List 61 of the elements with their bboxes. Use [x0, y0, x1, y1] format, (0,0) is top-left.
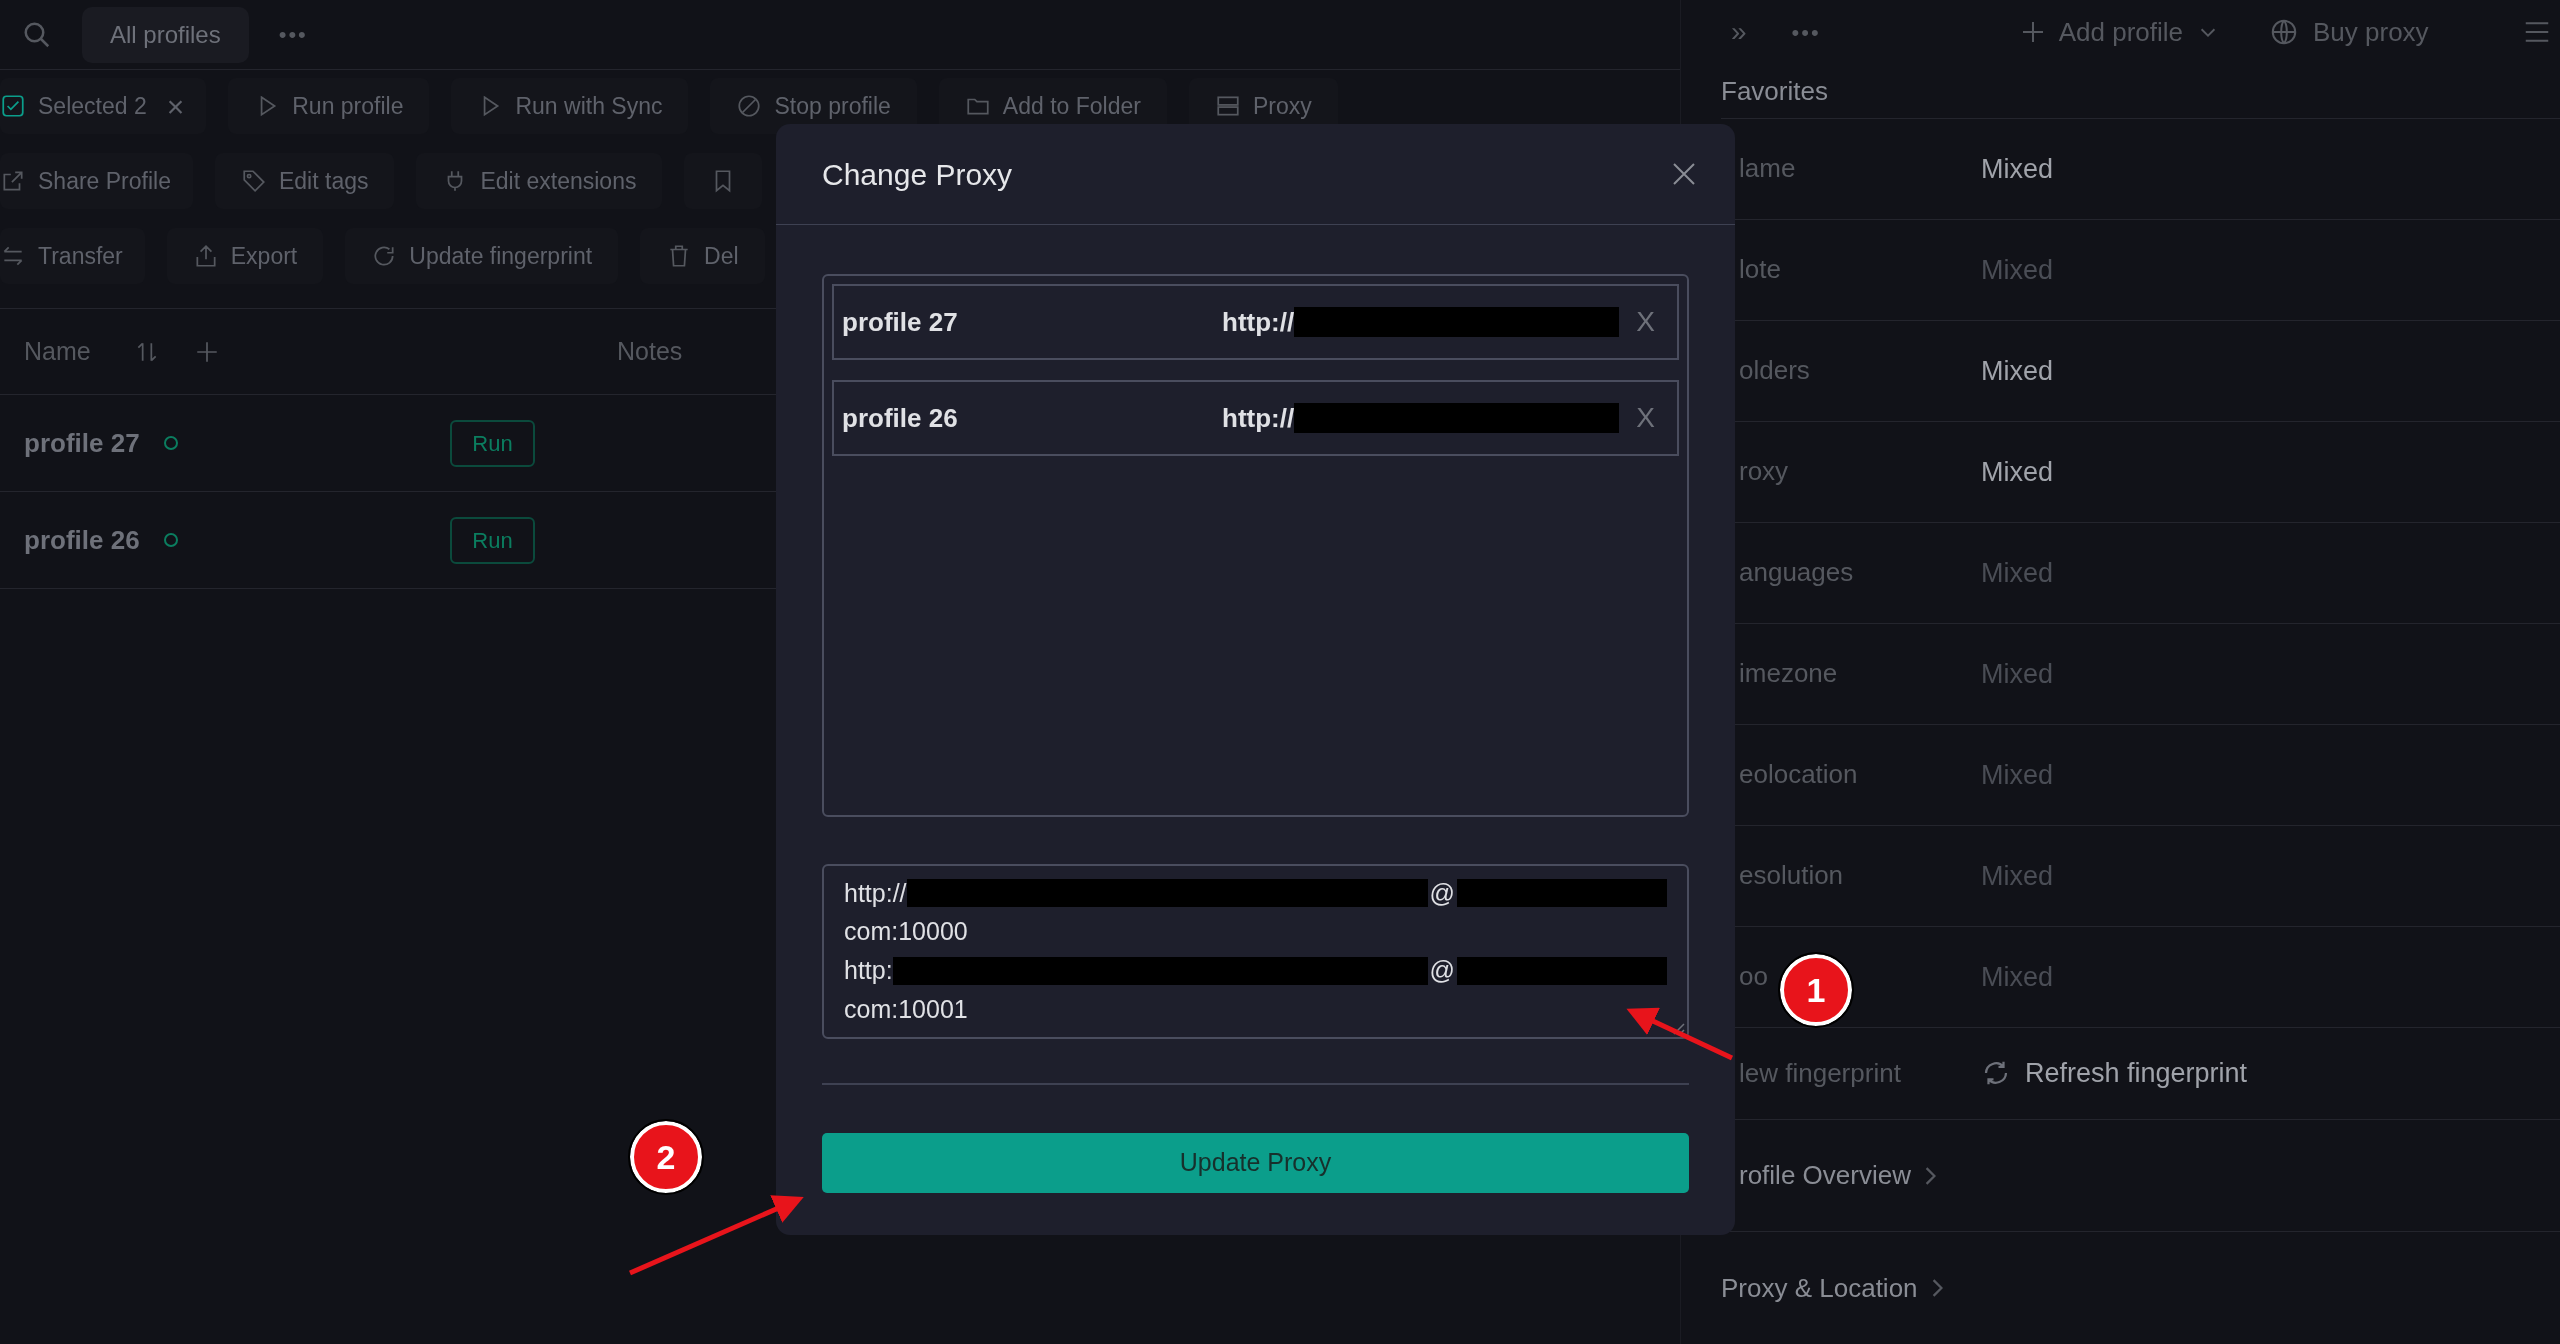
run-button[interactable]: Run: [450, 516, 535, 564]
profile-name: profile 27: [842, 305, 959, 339]
field-value: Mixed: [1981, 556, 2054, 590]
proxy-address: http://: [1222, 305, 1295, 339]
proxy-address: http://: [1222, 401, 1295, 435]
field-label: oo: [1739, 961, 1768, 992]
update-proxy-button[interactable]: Update Proxy: [822, 1133, 1689, 1193]
field-value: Mixed: [1981, 657, 2054, 691]
proxy-line: http://: [844, 877, 907, 909]
plus-icon: [2020, 20, 2045, 45]
field-label: anguages: [1739, 557, 1854, 588]
server-icon: [1214, 93, 1241, 119]
field-value: Mixed: [1981, 253, 2054, 287]
column-header: Notes: [617, 335, 683, 367]
chevron-icon: [1931, 1279, 1943, 1297]
profile-name: profile 26: [842, 401, 959, 435]
chevron-icon: [1924, 1166, 1936, 1185]
proxy-line: com:10001: [844, 993, 968, 1025]
field-value: Mixed: [1981, 455, 2054, 489]
run-button[interactable]: Run: [450, 419, 535, 467]
share-icon: [0, 168, 26, 194]
checkbox-icon: [0, 93, 26, 119]
section-title: Favorites: [1721, 74, 1828, 108]
proxy-line: http:: [844, 955, 893, 987]
field-label: roxy: [1739, 456, 1789, 487]
field-label: olders: [1739, 355, 1810, 386]
column-header: Name: [24, 335, 92, 367]
field-label: lame: [1739, 153, 1796, 184]
buy-proxy-button[interactable]: Buy proxy: [2269, 12, 2429, 52]
at-sign: @: [1428, 877, 1456, 909]
ban-icon: [736, 93, 763, 119]
field-value: Mixed: [1981, 354, 2054, 388]
tag-icon: [240, 168, 267, 194]
field-label: lew fingerprint: [1739, 1057, 1901, 1088]
profile-name[interactable]: profile 26: [24, 520, 164, 560]
callout-badge: 1: [1780, 954, 1852, 1026]
proxy-line: com:10000: [844, 916, 968, 948]
field-label: esolution: [1739, 860, 1844, 891]
more-options[interactable]: •••: [278, 18, 308, 51]
field-label: eolocation: [1739, 759, 1858, 790]
more-options[interactable]: •••: [1791, 15, 1821, 49]
section-link[interactable]: Proxy & Location: [1721, 1268, 1943, 1308]
field-label: lote: [1739, 254, 1781, 285]
refresh-fingerprint-button[interactable]: Refresh fingerprint: [1981, 1053, 2248, 1094]
section-link[interactable]: rofile Overview: [1721, 1156, 1936, 1195]
profile-name[interactable]: profile 27: [24, 423, 164, 463]
proxy-input-field[interactable]: http:// @ com:10000 http: @ com:10001: [822, 864, 1689, 1039]
add-profile-button[interactable]: Add profile: [2020, 12, 2219, 52]
dialog-title: Change Proxy: [822, 156, 1013, 193]
callout-badge: 2: [630, 1121, 702, 1193]
field-label: imezone: [1739, 658, 1838, 689]
field-value: Mixed: [1981, 960, 2054, 994]
clear-selection-icon[interactable]: ×: [166, 83, 185, 129]
all-profiles-tab[interactable]: All profiles: [82, 6, 249, 63]
at-sign: @: [1428, 955, 1456, 987]
field-value: Mixed: [1981, 152, 2054, 186]
expand-toggle[interactable]: »: [1731, 11, 1747, 54]
remove-button[interactable]: X: [1636, 301, 1655, 343]
field-value: Mixed: [1981, 758, 2054, 792]
field-value: Mixed: [1981, 859, 2054, 893]
remove-button[interactable]: X: [1636, 397, 1655, 439]
